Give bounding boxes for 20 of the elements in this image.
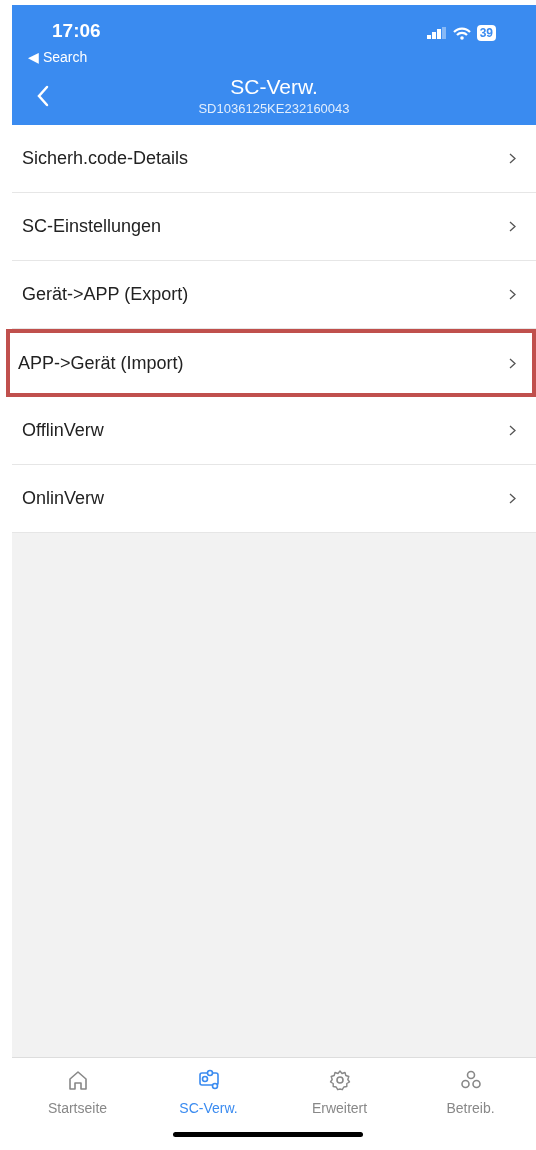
tab-bar-item[interactable]: SC-Verw. xyxy=(143,1068,274,1119)
chevron-icon xyxy=(509,289,516,300)
battery-level: 39 xyxy=(476,25,496,41)
tab-bar-item[interactable]: Erweitert xyxy=(274,1068,405,1119)
chevron-icon xyxy=(509,493,516,504)
tab-bar-item[interactable]: Betreib. xyxy=(405,1068,536,1119)
serial-number: SD1036125KE232160043 xyxy=(198,100,350,118)
chevron-icon xyxy=(509,153,516,164)
signal-icon xyxy=(426,27,447,39)
wifi-icon xyxy=(452,26,471,40)
screen-title: SC-Verw. xyxy=(230,74,318,99)
chevron-icon xyxy=(509,425,516,436)
chevron-icon xyxy=(509,357,516,369)
menu-item[interactable]: APP->Gerät (Import) xyxy=(6,329,536,397)
settings-icon xyxy=(327,1068,352,1092)
chevron-icon xyxy=(509,221,516,232)
back-chevron-icon[interactable] xyxy=(37,85,49,107)
tab-bar-item[interactable]: Startseite xyxy=(12,1068,143,1119)
flow-diagram-icon xyxy=(196,1068,221,1092)
status-time: 17:06 xyxy=(52,19,101,43)
